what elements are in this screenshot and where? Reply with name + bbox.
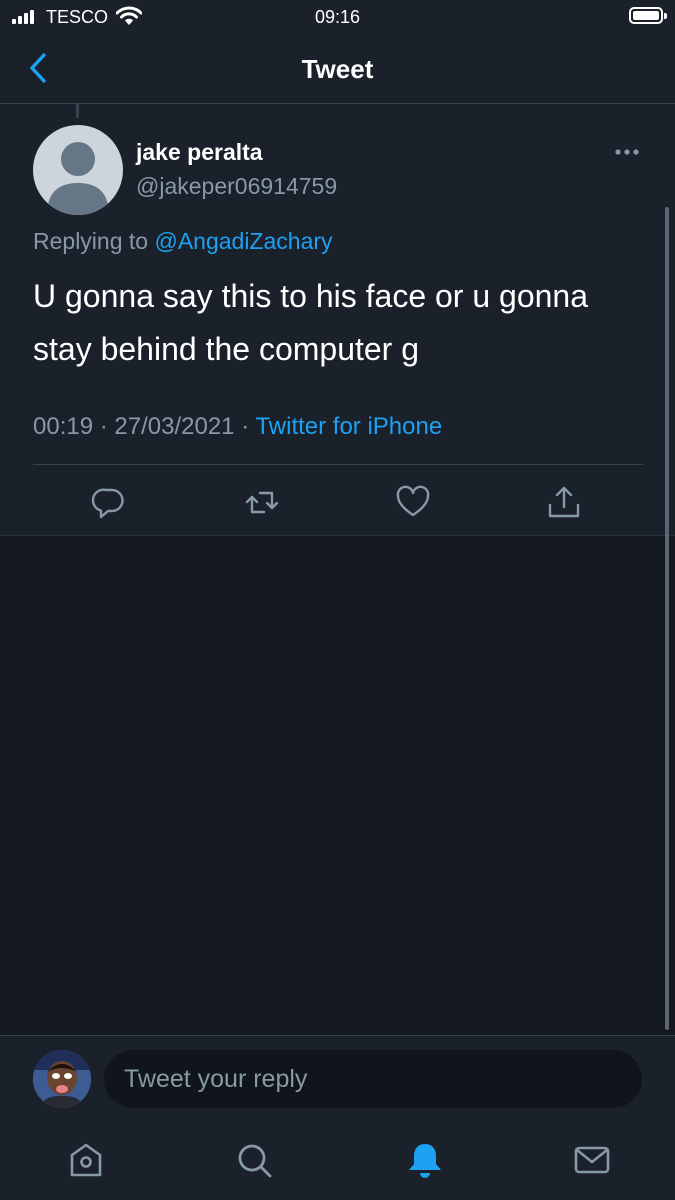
reply-input[interactable]	[104, 1050, 642, 1108]
nav-bar: Tweet	[0, 36, 675, 104]
tweet-date: 27/03/2021	[114, 413, 235, 440]
user-avatar[interactable]	[33, 1050, 91, 1108]
retweet-icon[interactable]	[242, 482, 282, 522]
author-avatar[interactable]	[33, 125, 123, 215]
battery-icon	[629, 7, 667, 24]
scrollbar[interactable]	[665, 207, 669, 1030]
author-handle[interactable]: @jakeper06914759	[136, 173, 337, 200]
user-photo-icon	[33, 1050, 91, 1108]
tweet-source[interactable]: Twitter for iPhone	[255, 413, 442, 440]
tweet-detail: jake peralta @jakeper06914759 Replying t…	[0, 104, 675, 536]
notifications-icon[interactable]	[403, 1138, 447, 1182]
page-title: Tweet	[301, 54, 374, 84]
tweet-text: U gonna say this to his face or u gonna …	[33, 278, 589, 367]
messages-icon[interactable]	[570, 1138, 614, 1182]
more-options-icon[interactable]	[604, 140, 650, 164]
thread-connector-line	[76, 104, 79, 118]
replying-to-line: Replying to @AngadiZachary	[33, 228, 333, 255]
tab-bar	[0, 1122, 675, 1200]
replying-to-link[interactable]: @AngadiZachary	[154, 228, 332, 254]
search-icon[interactable]	[232, 1138, 276, 1182]
status-time: 09:16	[314, 7, 361, 27]
home-icon[interactable]	[64, 1138, 108, 1182]
meta-separator: ·	[99, 413, 108, 440]
like-icon[interactable]	[393, 482, 433, 522]
meta-separator: ·	[241, 413, 250, 440]
tweet-meta: 00:19 · 27/03/2021 · Twitter for iPhone	[33, 413, 442, 441]
author-display-name[interactable]: jake peralta	[136, 139, 263, 166]
tweet-time: 00:19	[33, 413, 94, 440]
reply-icon[interactable]	[89, 482, 129, 522]
replying-to-label: Replying to	[33, 228, 149, 254]
top-area: TESCO 09:16 Tweet	[0, 0, 675, 104]
divider	[33, 464, 643, 465]
status-bar: TESCO 09:16	[0, 0, 675, 36]
reply-bar	[0, 1035, 675, 1122]
share-icon[interactable]	[544, 482, 584, 522]
default-avatar-icon	[47, 142, 109, 215]
